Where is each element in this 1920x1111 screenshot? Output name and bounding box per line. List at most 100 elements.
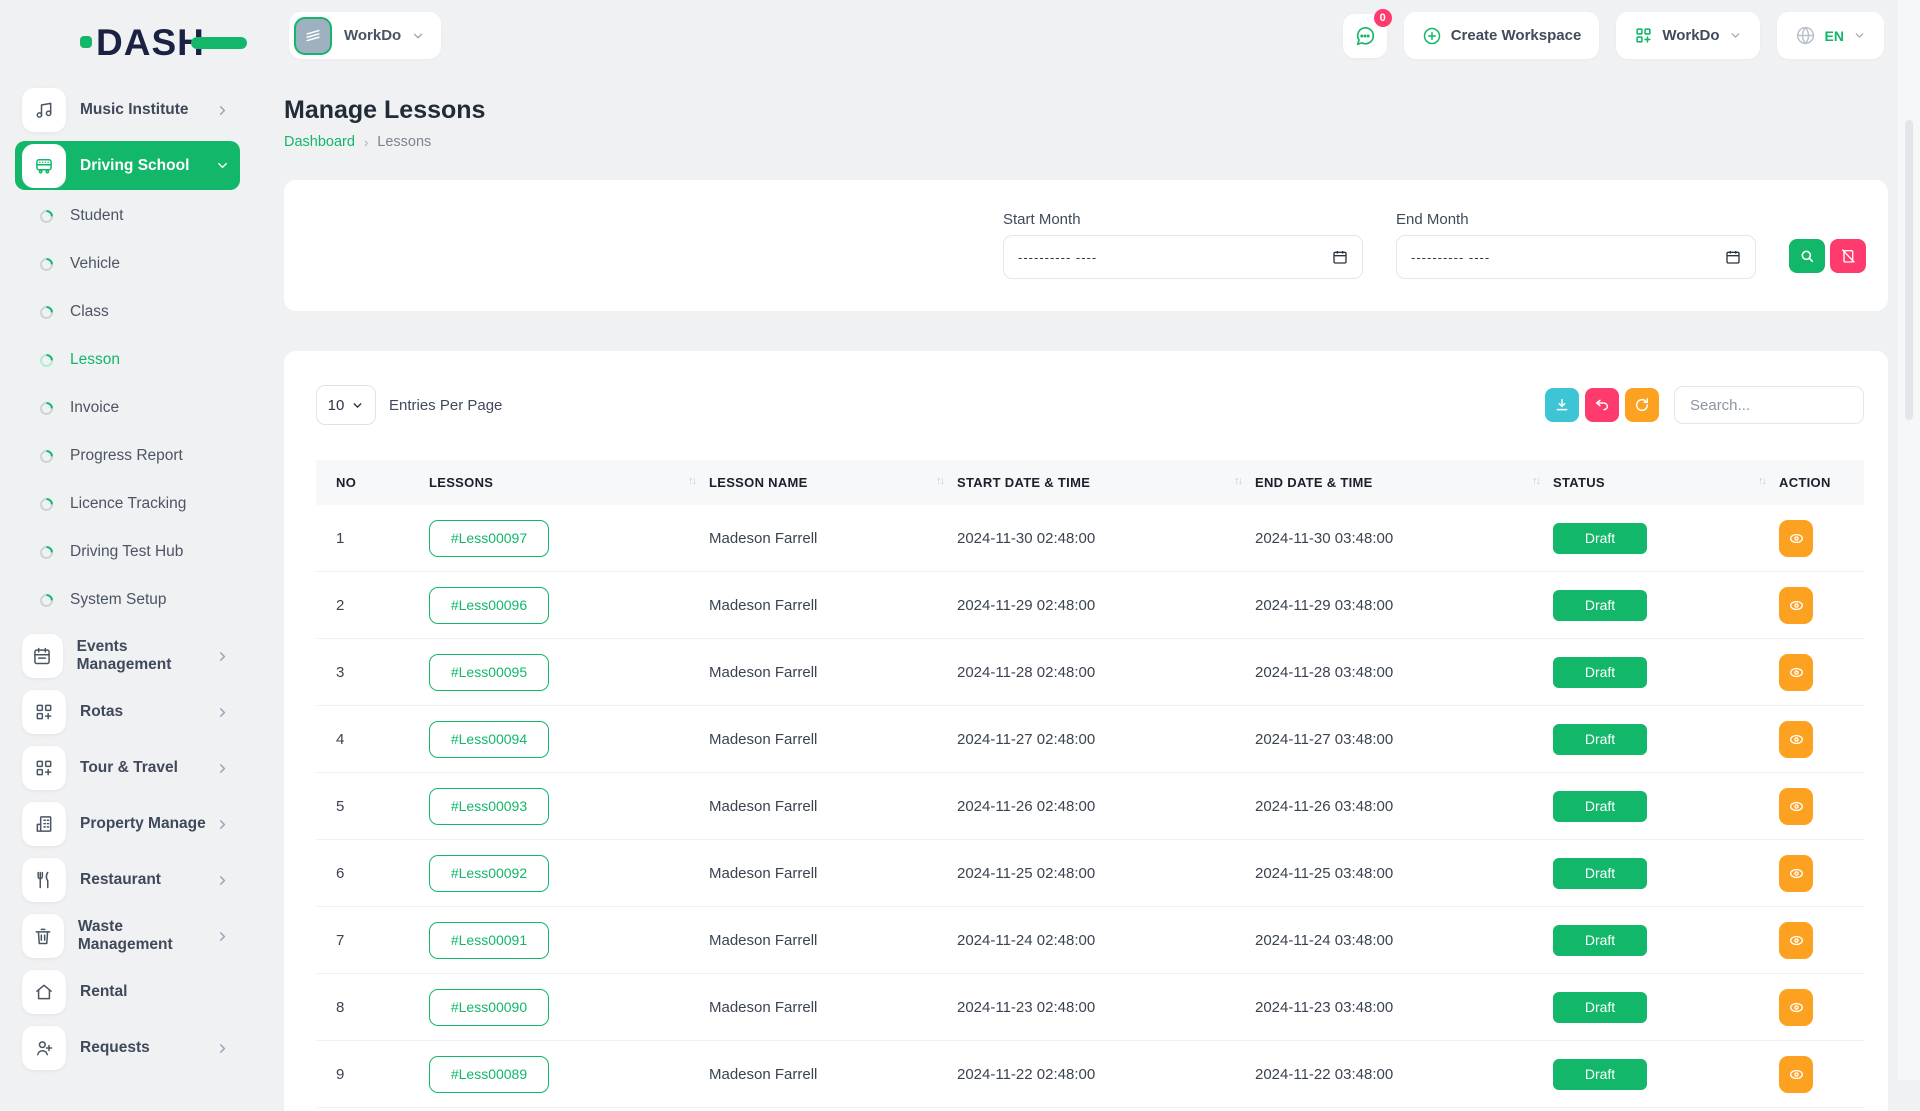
sidebar-item-invoice[interactable]: Invoice — [0, 384, 260, 432]
lesson-id-link[interactable]: #Less00095 — [429, 654, 549, 691]
sidebar-item-progress-report[interactable]: Progress Report — [0, 432, 260, 480]
language-selector[interactable]: EN — [1777, 12, 1884, 59]
workspace-switcher[interactable]: WorkDo — [289, 12, 441, 59]
table-row: 8#Less00090Madeson Farrell2024-11-23 02:… — [316, 974, 1864, 1041]
lesson-name: Madeson Farrell — [709, 706, 957, 773]
end-month-label: End Month — [1396, 211, 1756, 228]
header-lesson-name[interactable]: LESSON NAME↑↓ — [709, 460, 957, 505]
view-lesson-button[interactable] — [1779, 1056, 1813, 1093]
undo-button[interactable] — [1585, 388, 1619, 422]
view-lesson-button[interactable] — [1779, 788, 1813, 825]
start-datetime: 2024-11-27 02:48:00 — [957, 706, 1255, 773]
restaurant-icon — [22, 858, 66, 902]
lesson-id-link[interactable]: #Less00096 — [429, 587, 549, 624]
header-lessons[interactable]: LESSONS↑↓ — [429, 460, 709, 505]
sidebar-item-events-management[interactable]: Events Management — [15, 628, 240, 684]
table-row: 4#Less00094Madeson Farrell2024-11-27 02:… — [316, 706, 1864, 773]
sort-icon[interactable]: ↑↓ — [1234, 475, 1241, 487]
row-number: 6 — [316, 840, 429, 907]
view-lesson-button[interactable] — [1779, 855, 1813, 892]
view-lesson-button[interactable] — [1779, 654, 1813, 691]
row-number: 7 — [316, 907, 429, 974]
sidebar-item-class[interactable]: Class — [0, 288, 260, 336]
app-menu-label: WorkDo — [1662, 27, 1719, 44]
bullet-dot-icon — [37, 591, 55, 609]
sidebar-item-lesson[interactable]: Lesson — [0, 336, 260, 384]
lesson-name: Madeson Farrell — [709, 572, 957, 639]
end-datetime: 2024-11-25 03:48:00 — [1255, 840, 1553, 907]
sidebar: Music Institute Driving SchoolStudentVehi… — [0, 86, 260, 1076]
sidebar-item-tour-travel[interactable]: Tour & Travel — [15, 740, 240, 796]
sidebar-item-student[interactable]: Student — [0, 192, 260, 240]
reset-filter-button[interactable] — [1830, 239, 1866, 273]
sidebar-item-rotas[interactable]: Rotas — [15, 684, 240, 740]
calendar-icon[interactable] — [1332, 249, 1348, 265]
breadcrumb-current: Lessons — [377, 134, 431, 150]
header-status[interactable]: STATUS↑↓ — [1553, 460, 1779, 505]
sidebar-item-waste-management[interactable]: Waste Management — [15, 908, 240, 964]
view-lesson-button[interactable] — [1779, 520, 1813, 557]
start-month-input[interactable]: ---------- ---- — [1003, 235, 1363, 279]
calendar-icon[interactable] — [1725, 249, 1741, 265]
app-menu-dropdown[interactable]: WorkDo — [1616, 12, 1759, 59]
lesson-id-link[interactable]: #Less00090 — [429, 989, 549, 1026]
chevron-down-icon — [215, 158, 230, 173]
header-end-date[interactable]: END DATE & TIME↑↓ — [1255, 460, 1553, 505]
sidebar-item-system-setup[interactable]: System Setup — [0, 576, 260, 624]
header-start-date[interactable]: START DATE & TIME↑↓ — [957, 460, 1255, 505]
apply-filter-button[interactable] — [1789, 239, 1825, 273]
create-workspace-button[interactable]: Create Workspace — [1404, 12, 1600, 59]
page-scrollbar — [1898, 0, 1920, 1080]
view-lesson-button[interactable] — [1779, 721, 1813, 758]
lesson-name: Madeson Farrell — [709, 773, 957, 840]
home-icon — [22, 970, 66, 1014]
sidebar-item-licence-tracking[interactable]: Licence Tracking — [0, 480, 260, 528]
sort-icon[interactable]: ↑↓ — [936, 475, 943, 487]
end-datetime: 2024-11-27 03:48:00 — [1255, 706, 1553, 773]
sidebar-item-rental[interactable]: Rental — [15, 964, 240, 1020]
refresh-button[interactable] — [1625, 388, 1659, 422]
breadcrumb-dashboard-link[interactable]: Dashboard — [284, 134, 355, 150]
end-datetime: 2024-11-30 03:48:00 — [1255, 505, 1553, 572]
sidebar-item-vehicle[interactable]: Vehicle — [0, 240, 260, 288]
undo-arrow-icon — [1594, 397, 1610, 413]
search-input[interactable] — [1674, 386, 1864, 424]
table-row: 5#Less00093Madeson Farrell2024-11-26 02:… — [316, 773, 1864, 840]
workspace-name: WorkDo — [344, 27, 401, 44]
lesson-name: Madeson Farrell — [709, 907, 957, 974]
sidebar-item-requests[interactable]: Requests — [15, 1020, 240, 1076]
messages-count-badge: 0 — [1374, 9, 1392, 27]
export-button[interactable] — [1545, 388, 1579, 422]
grid-plus-icon — [22, 746, 66, 790]
scrollbar-thumb[interactable] — [1905, 120, 1913, 420]
view-lesson-button[interactable] — [1779, 989, 1813, 1026]
start-datetime: 2024-11-22 02:48:00 — [957, 1041, 1255, 1108]
sidebar-item-restaurant[interactable]: Restaurant — [15, 852, 240, 908]
lesson-id-link[interactable]: #Less00091 — [429, 922, 549, 959]
entries-per-page-select[interactable]: 10 — [316, 385, 376, 425]
end-month-input[interactable]: ---------- ---- — [1396, 235, 1756, 279]
eye-icon — [1788, 530, 1805, 547]
sidebar-item-driving-school[interactable]: Driving School — [15, 141, 240, 190]
view-lesson-button[interactable] — [1779, 922, 1813, 959]
sidebar-item-property-manage[interactable]: Property Manage — [15, 796, 240, 852]
plus-circle-icon — [1422, 26, 1442, 46]
end-datetime: 2024-11-22 03:48:00 — [1255, 1041, 1553, 1108]
view-lesson-button[interactable] — [1779, 587, 1813, 624]
lesson-id-link[interactable]: #Less00093 — [429, 788, 549, 825]
lesson-id-link[interactable]: #Less00089 — [429, 1056, 549, 1093]
lesson-id-link[interactable]: #Less00094 — [429, 721, 549, 758]
sidebar-item-driving-test-hub[interactable]: Driving Test Hub — [0, 528, 260, 576]
calendar-icon — [22, 634, 63, 678]
sort-icon[interactable]: ↑↓ — [688, 475, 695, 487]
messages-button[interactable]: 0 — [1343, 14, 1387, 58]
start-datetime: 2024-11-26 02:48:00 — [957, 773, 1255, 840]
sidebar-item-music-institute[interactable]: Music Institute — [15, 86, 240, 134]
entries-per-page-label: Entries Per Page — [389, 397, 502, 414]
lesson-id-link[interactable]: #Less00097 — [429, 520, 549, 557]
lesson-id-link[interactable]: #Less00092 — [429, 855, 549, 892]
sort-icon[interactable]: ↑↓ — [1758, 475, 1765, 487]
sort-icon[interactable]: ↑↓ — [1532, 475, 1539, 487]
app-logo[interactable]: DASH — [80, 22, 247, 62]
chevron-down-icon — [351, 399, 364, 412]
